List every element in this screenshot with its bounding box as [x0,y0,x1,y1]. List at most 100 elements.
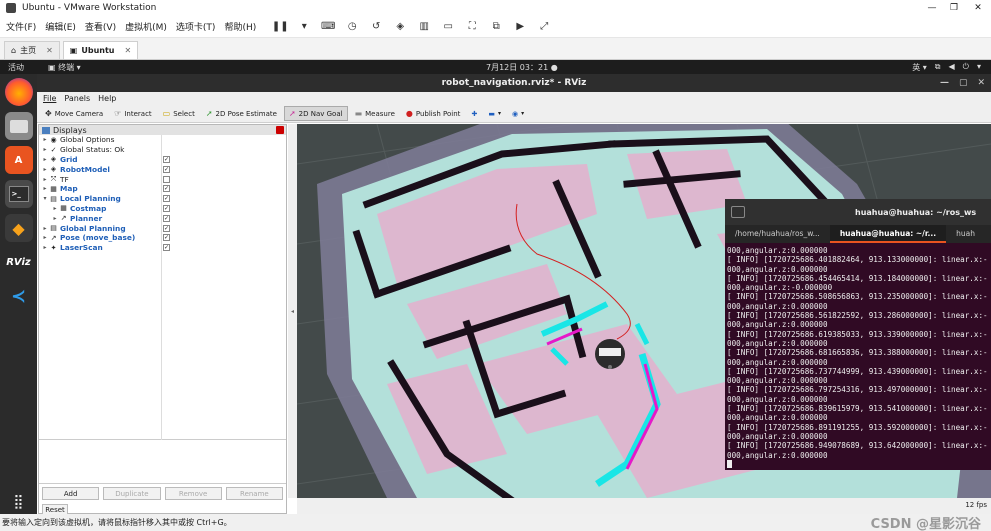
close-panel-icon[interactable] [276,126,284,134]
terminal-tab-active[interactable]: huahua@huahua: ~/r... [829,225,947,243]
rviz-menu-panels[interactable]: Panels [64,94,90,103]
firefox-icon[interactable] [4,78,33,106]
display-item[interactable]: ▾ ▤ Local Planning ✓ [39,194,286,204]
expand-arrow-icon[interactable]: ▸ [51,215,59,222]
expand-arrow-icon[interactable]: ▸ [41,185,49,192]
display-checkbox[interactable]: ✓ [163,244,170,252]
tool-move-camera[interactable]: ✥ Move Camera [41,106,107,121]
display-item[interactable]: ▸ ↗ Planner ✓ [39,213,286,223]
expand-arrow-icon[interactable]: ▸ [41,234,49,241]
clock[interactable]: 7月12日 03：21 ● [486,62,558,73]
terminal-icon[interactable]: >_ [4,180,33,208]
menu-file[interactable]: 文件(F) [6,20,36,33]
expand-arrow-icon[interactable]: ▸ [41,156,49,163]
stretch-icon[interactable]: ⤢ [537,20,551,34]
expand-arrow-icon[interactable]: ▸ [41,244,49,251]
display-checkbox[interactable]: ✓ [163,214,170,222]
expand-arrow-icon[interactable]: ▸ [41,225,49,232]
tray-chevron-icon[interactable]: ▾ [977,62,981,73]
minimize-icon[interactable]: — [921,0,943,16]
rviz-icon[interactable]: RViz [5,248,33,276]
tool-select[interactable]: ▭ Select [159,106,199,121]
camera-type-button[interactable]: ◉ ▾ [508,106,528,121]
tool-publish-point[interactable]: ● Publish Point [402,106,465,121]
expand-arrow-icon[interactable]: ▸ [41,146,49,153]
close-tab-icon[interactable]: ✕ [124,46,131,55]
vscode-icon[interactable]: ≺ [5,282,33,310]
tool-2d-pose-estimate[interactable]: ➚ 2D Pose Estimate [202,106,281,121]
tab-home[interactable]: ⌂ 主页 ✕ [4,41,60,59]
stack-icon[interactable]: ◆ [4,214,33,242]
display-item[interactable]: ▸ ✦ LaserScan ✓ [39,243,286,253]
panel-splitter[interactable]: ◂ [288,124,297,498]
display-item[interactable]: ▸ ✓ Global Status: Ok [39,145,286,155]
network-icon[interactable]: ⧉ [935,62,941,73]
pause-icon[interactable]: ❚❚ [272,20,289,34]
activities-button[interactable]: 活动 [8,62,24,73]
send-keys-icon[interactable]: ⌨ [321,20,335,34]
input-method-indicator[interactable]: 英 ▾ [912,62,927,73]
display-checkbox[interactable]: ✓ [163,204,170,212]
menu-edit[interactable]: 编辑(E) [45,20,76,33]
rename-button[interactable]: Rename [225,487,283,500]
library-icon[interactable]: ▥ [417,20,431,34]
tool-2d-nav-goal[interactable]: ➚ 2D Nav Goal [283,106,348,121]
unity-icon[interactable]: ⧉ [489,20,503,34]
display-checkbox[interactable] [163,175,170,183]
snapshot-icon[interactable]: ◷ [345,20,359,34]
tool-interact[interactable]: ☞ Interact [110,106,156,121]
terminal-tab[interactable]: huah [946,225,985,243]
tab-ubuntu[interactable]: ▣ Ubuntu ✕ [62,41,139,59]
display-item[interactable]: ▸ ◈ Grid ✓ [39,155,286,165]
display-item[interactable]: ▸ ◉ Global Options [39,135,286,145]
display-item[interactable]: ▸ ▦ Map ✓ [39,184,286,194]
display-checkbox[interactable]: ✓ [163,195,170,203]
rviz-menu-file[interactable]: File [43,94,56,103]
rviz-minimize-icon[interactable]: — [940,78,949,88]
display-item[interactable]: ▸ ▦ Costmap ✓ [39,204,286,214]
terminal-tab[interactable]: /home/huahua/ros_w... [725,225,830,243]
display-checkbox[interactable]: ✓ [163,165,170,173]
power-icon[interactable]: ⏻ [963,62,969,73]
close-tab-icon[interactable]: ✕ [46,46,53,55]
rviz-menu-help[interactable]: Help [98,94,116,103]
display-item[interactable]: ▸ ◈ RobotModel ✓ [39,164,286,174]
display-item[interactable]: ▸ ↗ Pose (move_base) ✓ [39,233,286,243]
show-applications-icon[interactable]: ⣿ [13,494,23,510]
dropdown-icon[interactable]: ▾ [297,20,311,34]
display-item[interactable]: ▸ ▤ Global Planning ✓ [39,223,286,233]
remove-tool-button[interactable]: ▬ ▾ [484,106,505,121]
menu-tabs[interactable]: 选项卡(T) [176,20,216,33]
volume-icon[interactable]: ◀ [949,62,955,73]
maximize-icon[interactable]: ❐ [943,0,965,16]
close-icon[interactable]: ✕ [965,0,991,16]
expand-arrow-icon[interactable]: ▸ [41,166,49,173]
remove-button[interactable]: Remove [164,487,222,500]
rviz-maximize-icon[interactable]: ▢ [959,78,968,88]
expand-arrow-icon[interactable]: ▸ [41,176,49,183]
display-checkbox[interactable]: ✓ [163,185,170,193]
display-checkbox[interactable]: ✓ [163,234,170,242]
software-icon[interactable]: A [4,146,33,174]
expand-arrow-icon[interactable]: ▾ [41,195,49,202]
terminal-window[interactable]: huahua@huahua: ~/ros_ws /home/huahua/ros… [725,199,991,470]
display-checkbox[interactable]: ✓ [163,224,170,232]
fullscreen-icon[interactable]: ⛶ [465,20,479,34]
menu-view[interactable]: 查看(V) [85,20,116,33]
terminal-output[interactable]: 000,angular.z:0.000000[ INFO] [172072568… [725,243,991,468]
rviz-close-icon[interactable]: ✕ [977,78,985,88]
menu-vm[interactable]: 虚拟机(M) [125,20,167,33]
console-icon[interactable]: ▶ [513,20,527,34]
add-button[interactable]: Add [42,487,100,500]
expand-arrow-icon[interactable]: ▸ [41,136,49,143]
new-tab-icon[interactable] [731,206,745,218]
menu-help[interactable]: 帮助(H) [224,20,256,33]
display-checkbox[interactable]: ✓ [163,155,170,163]
revert-snapshot-icon[interactable]: ↺ [369,20,383,34]
thumbnail-icon[interactable]: ▭ [441,20,455,34]
display-item[interactable]: ▸ ⤧ TF [39,174,286,184]
expand-arrow-icon[interactable]: ▸ [51,205,59,212]
tool-measure[interactable]: ▬ Measure [351,106,399,121]
files-icon[interactable] [4,112,33,140]
duplicate-button[interactable]: Duplicate [103,487,161,500]
